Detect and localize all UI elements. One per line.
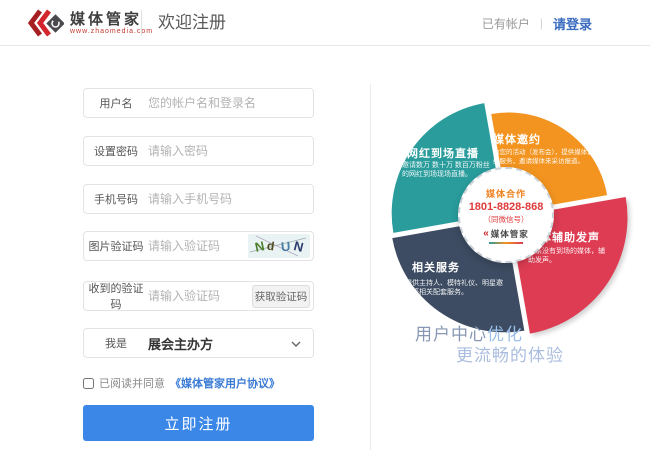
- header-pipe: |: [540, 16, 543, 30]
- wheel-center-badge: 媒体合作 1801-8828-868 （同微信号） « 媒体管家: [458, 167, 554, 263]
- image-captcha-label: 图片验证码: [84, 238, 148, 254]
- captcha-image[interactable]: N d U N: [248, 234, 310, 258]
- header-right: 已有帐户 | 请登录: [482, 0, 592, 46]
- phone-field[interactable]: 手机号码: [83, 184, 314, 214]
- brand-chevron-icon: «: [483, 230, 489, 238]
- brand-logo-icon: [28, 8, 64, 38]
- get-code-button[interactable]: 获取验证码: [252, 285, 310, 308]
- header: 媒体管家 www.zhaomedia.com 欢迎注册 已有帐户 | 请登录: [0, 0, 650, 46]
- password-label: 设置密码: [84, 143, 148, 159]
- password-field[interactable]: 设置密码: [83, 136, 314, 166]
- page-title: 欢迎注册: [158, 0, 226, 46]
- center-brand-name: 媒体管家: [491, 228, 529, 240]
- role-value: 展会主办方: [148, 334, 313, 353]
- agreement-text: 已阅读并同意: [99, 375, 165, 391]
- center-brand: « 媒体管家: [483, 228, 529, 240]
- vertical-divider: [370, 84, 371, 450]
- segment-title: 相关服务: [412, 259, 460, 275]
- phone-label: 手机号码: [84, 191, 148, 207]
- logo[interactable]: 媒体管家 www.zhaomedia.com: [28, 8, 153, 38]
- agreement-link[interactable]: 《媒体管家用户协议》: [170, 375, 280, 391]
- role-select[interactable]: 我是 展会主办方: [83, 328, 314, 358]
- slogan-line2: 更流畅的体验: [456, 341, 564, 366]
- password-input[interactable]: [148, 144, 313, 158]
- segment-title: 媒体邀约: [493, 131, 541, 147]
- username-input[interactable]: [148, 96, 313, 110]
- center-cooperation-label: 媒体合作: [486, 187, 526, 200]
- center-phone-number: 1801-8828-868: [469, 201, 544, 213]
- have-account-text: 已有帐户: [482, 15, 530, 32]
- brand-color-strip: [489, 242, 523, 244]
- services-wheel: 网红到场直播 邀请数万 数十万 数百万粉丝的网红到场现场直播。 媒体邀约 为您的…: [388, 95, 640, 333]
- chevron-down-icon: [291, 341, 301, 347]
- register-button[interactable]: 立即注册: [83, 405, 314, 441]
- agreement-checkbox[interactable]: [83, 378, 94, 389]
- segment-desc: 联系没有到场的媒体，辅助发声。: [528, 247, 606, 265]
- username-label: 用户名: [84, 95, 148, 111]
- username-field[interactable]: 用户名: [83, 88, 314, 118]
- registration-page: 媒体管家 www.zhaomedia.com 欢迎注册 已有帐户 | 请登录 用…: [0, 0, 650, 466]
- segment-desc: 为您的活动（发布会），提供媒体邀约服务，邀请媒体来采访报道。: [493, 149, 599, 166]
- image-captcha-field[interactable]: 图片验证码 N d U N: [83, 231, 314, 261]
- header-divider: [141, 10, 142, 36]
- sms-code-label: 收到的验证码: [84, 280, 148, 312]
- segment-title: 网红到场直播: [407, 145, 479, 161]
- center-wechat-note: （同微信号）: [484, 214, 529, 225]
- login-link[interactable]: 请登录: [553, 14, 592, 33]
- role-label: 我是: [84, 335, 148, 351]
- agreement-row: 已阅读并同意 《媒体管家用户协议》: [83, 375, 280, 391]
- segment-desc: 提供主持人、模特礼仪、明星邀请等相关配套服务。: [405, 279, 505, 297]
- captcha-letter: U: [281, 238, 292, 254]
- phone-input[interactable]: [148, 192, 313, 206]
- sms-code-field[interactable]: 收到的验证码 获取验证码: [83, 281, 314, 311]
